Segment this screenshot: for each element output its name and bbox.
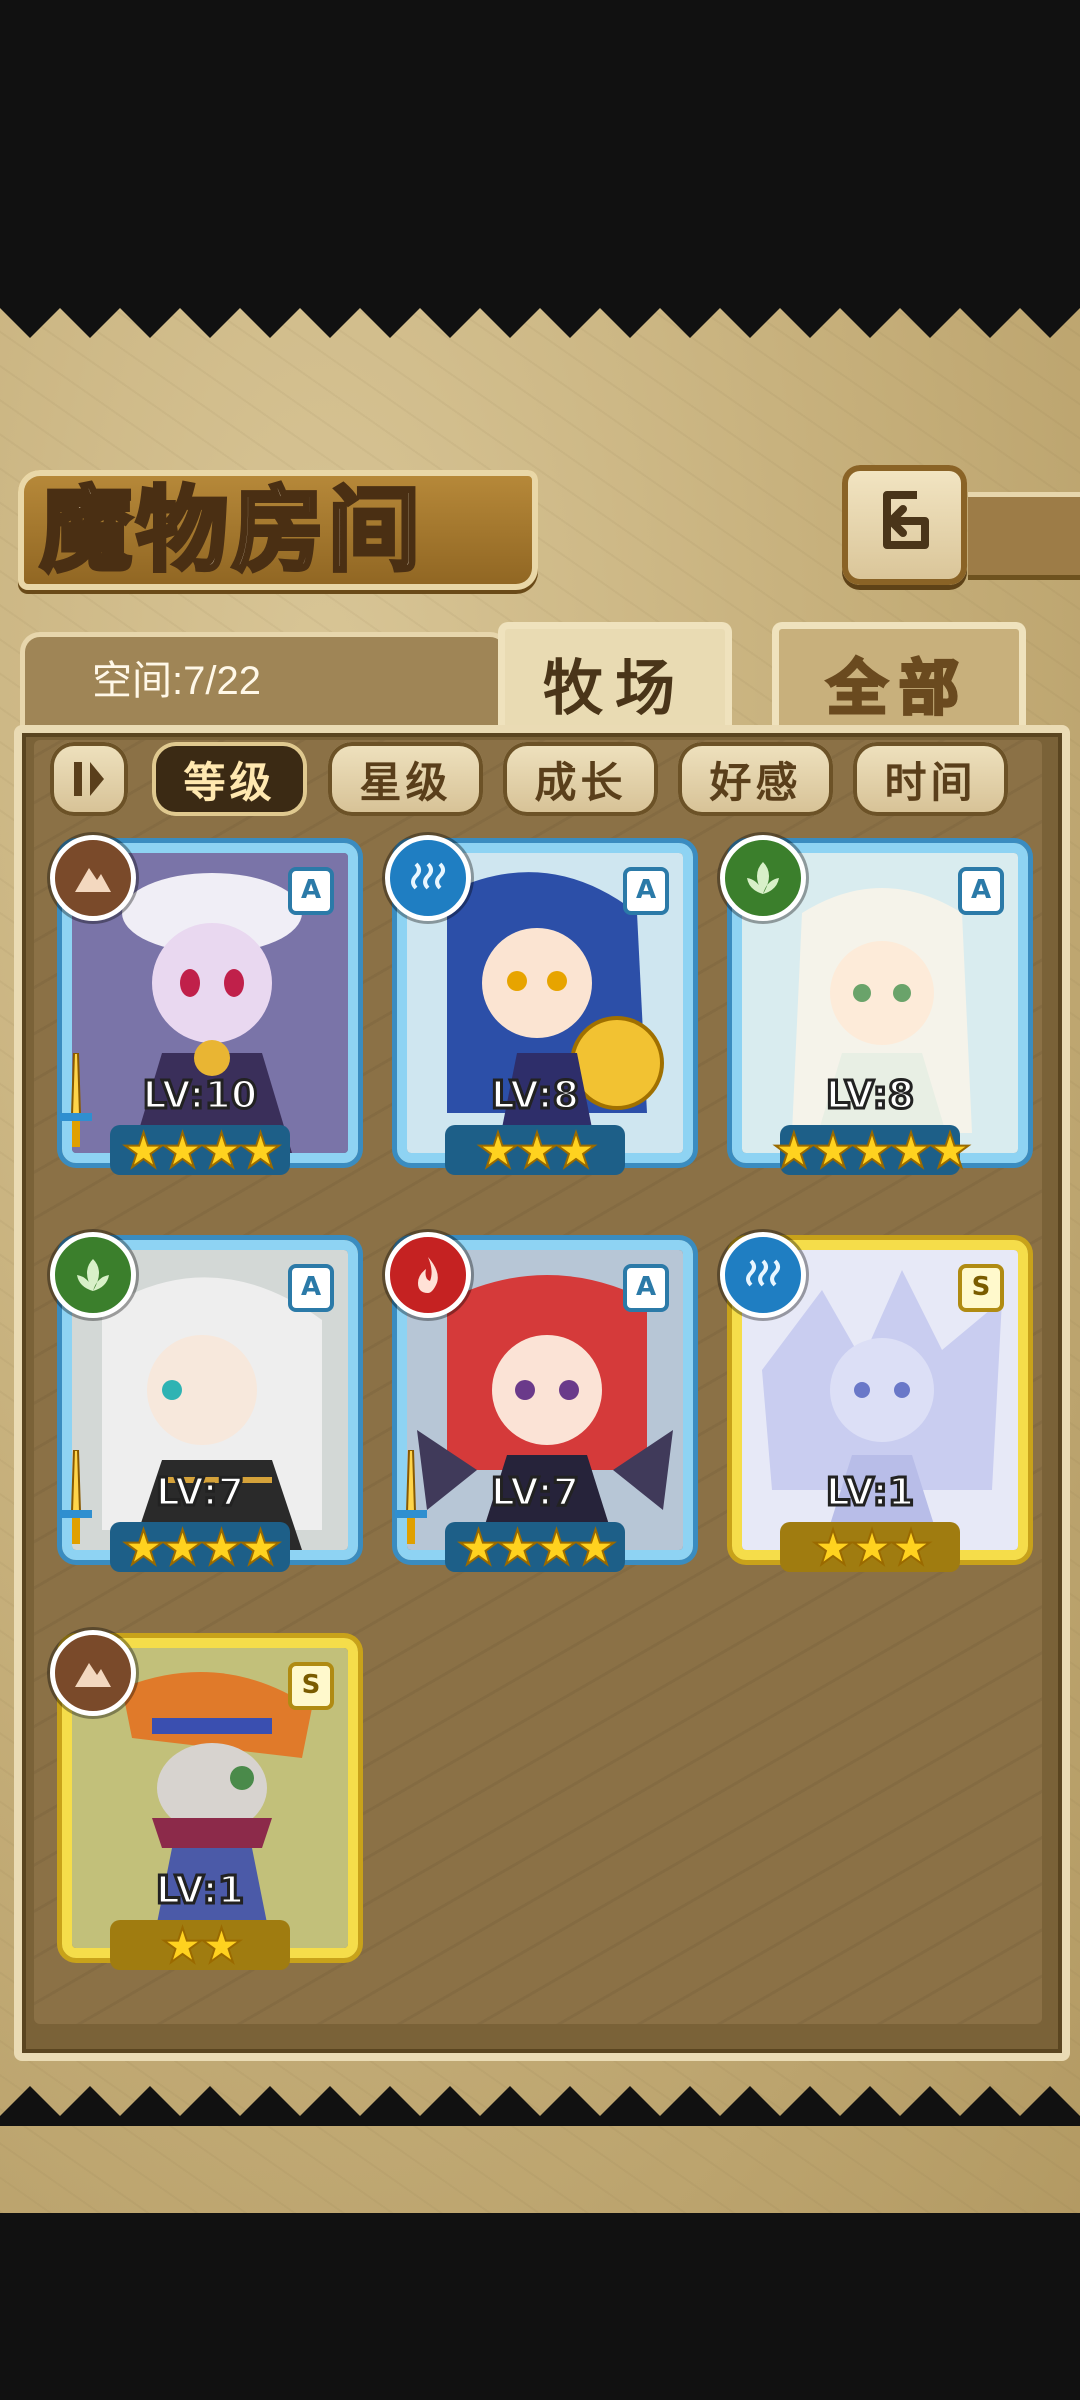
zigzag-border-bottom: [0, 2086, 1080, 2126]
monster-level: LV:7: [489, 1469, 580, 1516]
monster-card[interactable]: A LV:8 ★★★★★: [720, 835, 1028, 1176]
sort-order-icon: [74, 762, 104, 796]
monster-card[interactable]: S LV:1 ★★★: [720, 1232, 1028, 1573]
star-rating: ★★★★★: [771, 1123, 972, 1179]
monster-card[interactable]: A LV:7 ★★★★: [50, 1232, 358, 1573]
monster-level: LV:1: [154, 1867, 245, 1914]
back-button[interactable]: [842, 465, 967, 585]
rank-badge: A: [288, 867, 334, 915]
earth-icon: [50, 835, 136, 921]
star-rating: ★★: [160, 1918, 244, 1974]
tab-ranch[interactable]: 牧场: [498, 622, 732, 737]
star-rating: ★★★: [475, 1123, 598, 1179]
zigzag-border-top: [0, 298, 1080, 338]
earth-icon: [50, 1630, 136, 1716]
sort-growth-button[interactable]: 成长: [503, 742, 658, 816]
rank-badge: A: [958, 867, 1004, 915]
monster-level: LV:8: [824, 1072, 915, 1119]
rank-badge: A: [623, 1264, 669, 1312]
monster-card[interactable]: A LV:8 ★★★: [385, 835, 693, 1176]
sort-star-button[interactable]: 星级: [328, 742, 483, 816]
star-rating: ★★★: [810, 1520, 933, 1576]
monster-level: LV:7: [154, 1469, 245, 1516]
return-arrow-icon: [882, 491, 929, 549]
sort-order-toggle[interactable]: [50, 742, 128, 816]
monster-card[interactable]: A LV:10 ★★★★: [50, 835, 358, 1176]
wood-icon: [50, 1232, 136, 1318]
space-counter: 空间:7/22: [92, 659, 261, 703]
sort-time-button[interactable]: 时间: [853, 742, 1008, 816]
wood-icon: [720, 835, 806, 921]
water-icon: [720, 1232, 806, 1318]
tab-all[interactable]: 全部: [772, 622, 1026, 737]
page-title: 魔物房间: [38, 474, 425, 586]
back-button-rail: [968, 492, 1080, 580]
water-icon: [385, 835, 471, 921]
rank-badge: A: [623, 867, 669, 915]
sort-affection-button[interactable]: 好感: [678, 742, 833, 816]
monster-card[interactable]: S LV:1 ★★: [50, 1630, 358, 1971]
star-rating: ★★★★: [121, 1123, 283, 1179]
monster-level: LV:1: [824, 1469, 915, 1516]
rank-badge: S: [958, 1264, 1004, 1312]
star-rating: ★★★★: [456, 1520, 618, 1576]
monster-level: LV:8: [489, 1072, 580, 1119]
monster-level: LV:10: [141, 1072, 259, 1119]
monster-card[interactable]: A LV:7 ★★★★: [385, 1232, 693, 1573]
rank-badge: A: [288, 1264, 334, 1312]
bottom-blackout: [0, 2213, 1080, 2400]
star-rating: ★★★★: [121, 1520, 283, 1576]
fire-icon: [385, 1232, 471, 1318]
rank-badge: S: [288, 1662, 334, 1710]
sort-level-button[interactable]: 等级: [152, 742, 307, 816]
